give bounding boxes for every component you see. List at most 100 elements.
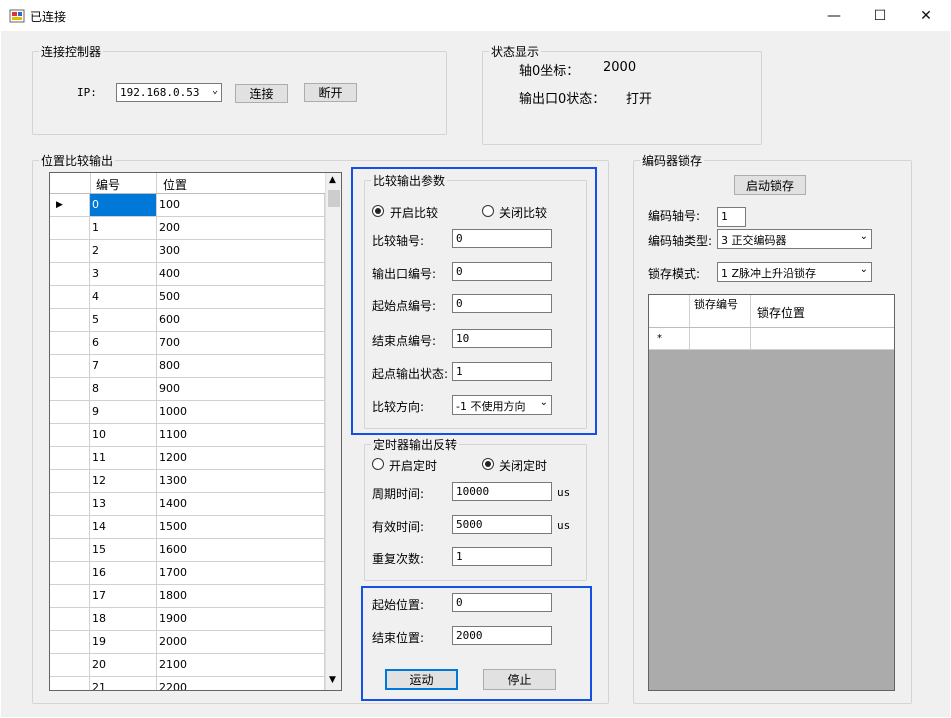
table-row[interactable]: 4 500 — [50, 286, 325, 309]
cell-index[interactable]: 7 — [90, 355, 157, 377]
row-header[interactable] — [50, 332, 90, 354]
row-header[interactable] — [50, 654, 90, 676]
table-row[interactable]: 11 1200 — [50, 447, 325, 470]
cell-index[interactable]: 21 — [90, 677, 157, 690]
period-input[interactable]: 10000 — [452, 482, 552, 501]
cell-position[interactable]: 2200 — [157, 677, 325, 690]
row-header[interactable] — [50, 585, 90, 607]
compare-axis-input[interactable]: 0 — [452, 229, 552, 248]
row-header[interactable] — [50, 470, 90, 492]
row-header[interactable] — [50, 447, 90, 469]
table-row[interactable]: 21 2200 — [50, 677, 325, 690]
cell-position[interactable]: 1900 — [157, 608, 325, 630]
close-icon[interactable]: ✕ — [903, 0, 949, 31]
row-header[interactable] — [50, 539, 90, 561]
cell-position[interactable]: 2000 — [157, 631, 325, 653]
row-header[interactable] — [50, 516, 90, 538]
cell-position[interactable]: 500 — [157, 286, 325, 308]
table-row[interactable]: 7 800 — [50, 355, 325, 378]
row-header[interactable] — [50, 217, 90, 239]
cell-index[interactable]: 0 — [90, 194, 157, 216]
row-header[interactable] — [50, 240, 90, 262]
table-row[interactable]: 10 1100 — [50, 424, 325, 447]
header-index[interactable]: 编号 — [96, 176, 120, 193]
table-row[interactable]: 15 1600 — [50, 539, 325, 562]
valid-time-input[interactable]: 5000 — [452, 515, 552, 534]
connect-button[interactable]: 连接 — [235, 84, 288, 103]
table-row[interactable]: 8 900 — [50, 378, 325, 401]
current-row-arrow-icon[interactable]: ▶ — [50, 194, 90, 216]
cell-index[interactable]: 19 — [90, 631, 157, 653]
cell-index[interactable]: 12 — [90, 470, 157, 492]
cell-position[interactable]: 100 — [157, 194, 325, 216]
stop-button[interactable]: 停止 — [483, 669, 556, 690]
table-row[interactable]: 5 600 — [50, 309, 325, 332]
table-row[interactable]: 3 400 — [50, 263, 325, 286]
table-row[interactable]: 1 200 — [50, 217, 325, 240]
row-header[interactable] — [50, 355, 90, 377]
table-row[interactable]: 20 2100 — [50, 654, 325, 677]
cell-position[interactable]: 900 — [157, 378, 325, 400]
encoder-axis-input[interactable]: 1 — [717, 207, 746, 227]
repeat-count-input[interactable]: 1 — [452, 547, 552, 566]
row-header[interactable] — [50, 562, 90, 584]
row-header[interactable] — [50, 378, 90, 400]
end-position-input[interactable]: 2000 — [452, 626, 552, 645]
disable-compare-radio[interactable] — [482, 205, 494, 217]
cell-index[interactable]: 15 — [90, 539, 157, 561]
cell-index[interactable]: 4 — [90, 286, 157, 308]
cell-position[interactable]: 200 — [157, 217, 325, 239]
cell-position[interactable]: 1800 — [157, 585, 325, 607]
cell-position[interactable]: 1100 — [157, 424, 325, 446]
table-row[interactable]: 2 300 — [50, 240, 325, 263]
table-row[interactable]: 9 1000 — [50, 401, 325, 424]
start-position-input[interactable]: 0 — [452, 593, 552, 612]
cell-index[interactable]: 11 — [90, 447, 157, 469]
disable-timer-radio[interactable] — [482, 458, 494, 470]
row-header[interactable] — [50, 424, 90, 446]
cell-index[interactable]: 2 — [90, 240, 157, 262]
cell-index[interactable]: 13 — [90, 493, 157, 515]
cell-index[interactable]: 3 — [90, 263, 157, 285]
cell-position[interactable]: 1200 — [157, 447, 325, 469]
maximize-icon[interactable]: ☐ — [857, 0, 903, 31]
start-output-state-input[interactable]: 1 — [452, 362, 552, 381]
cell-position[interactable]: 1000 — [157, 401, 325, 423]
cell-position[interactable]: 1400 — [157, 493, 325, 515]
vertical-scrollbar[interactable]: ▲ ▼ — [325, 173, 341, 690]
enable-compare-radio[interactable] — [372, 205, 384, 217]
header-latch-position[interactable]: 锁存位置 — [757, 304, 805, 321]
cell-index[interactable]: 5 — [90, 309, 157, 331]
cell-position[interactable]: 800 — [157, 355, 325, 377]
cell-position[interactable]: 1300 — [157, 470, 325, 492]
table-row[interactable]: 12 1300 — [50, 470, 325, 493]
encoder-type-combo[interactable]: 3 正交编码器 ⌄ — [717, 229, 872, 249]
row-header[interactable] — [50, 263, 90, 285]
move-button[interactable]: 运动 — [385, 669, 458, 690]
disable-timer-label[interactable]: 关闭定时 — [499, 457, 547, 474]
enable-timer-label[interactable]: 开启定时 — [389, 457, 437, 474]
row-header[interactable] — [50, 631, 90, 653]
cell-position[interactable]: 600 — [157, 309, 325, 331]
cell-position[interactable]: 1500 — [157, 516, 325, 538]
table-row[interactable]: ▶ 0 100 — [50, 194, 325, 217]
cell-position[interactable]: 700 — [157, 332, 325, 354]
cell-index[interactable]: 6 — [90, 332, 157, 354]
cell-index[interactable]: 10 — [90, 424, 157, 446]
cell-position[interactable]: 300 — [157, 240, 325, 262]
scroll-up-icon[interactable]: ▲ — [329, 175, 336, 185]
header-position[interactable]: 位置 — [163, 176, 187, 193]
cell-index[interactable]: 1 — [90, 217, 157, 239]
table-row[interactable]: 18 1900 — [50, 608, 325, 631]
latch-new-row[interactable]: * — [649, 328, 894, 350]
cell-index[interactable]: 18 — [90, 608, 157, 630]
cell-index[interactable]: 20 — [90, 654, 157, 676]
cell-position[interactable]: 400 — [157, 263, 325, 285]
table-row[interactable]: 6 700 — [50, 332, 325, 355]
cell-index[interactable]: 16 — [90, 562, 157, 584]
enable-timer-radio[interactable] — [372, 458, 384, 470]
table-row[interactable]: 13 1400 — [50, 493, 325, 516]
row-header[interactable] — [50, 493, 90, 515]
cell-position[interactable]: 1700 — [157, 562, 325, 584]
disable-compare-label[interactable]: 关闭比较 — [499, 204, 547, 221]
